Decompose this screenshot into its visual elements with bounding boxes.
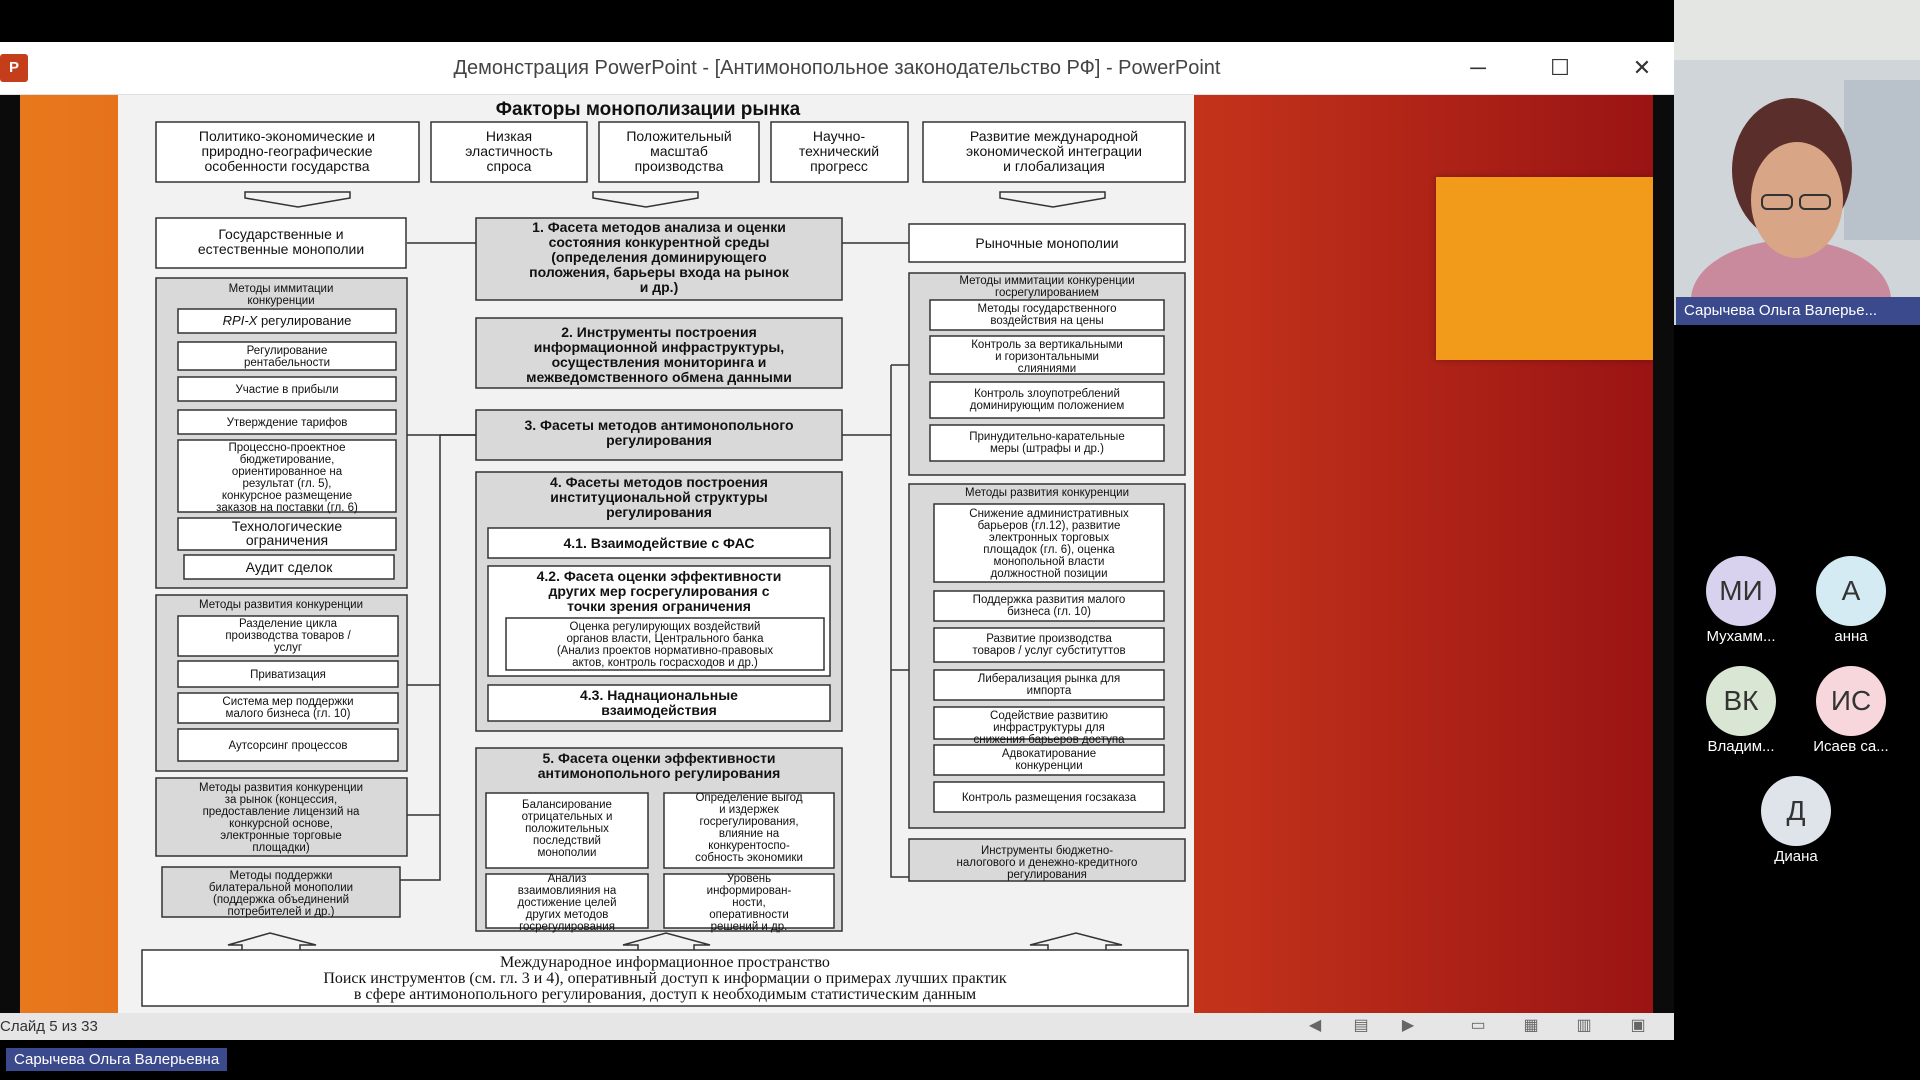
participant-name: Исаев са... (1813, 738, 1889, 755)
svg-text:RPI-X регулирование: RPI-X регулирование (223, 313, 352, 328)
minimize-button[interactable]: ─ (1456, 50, 1500, 86)
status-bar: Слайд 5 из 33 ◀ ▤ ▶ ▭ ▦ ▥ ▣ (0, 1013, 1674, 1040)
avatar: Д (1761, 776, 1831, 846)
window-title: Демонстрация PowerPoint - [Антимонопольн… (453, 57, 1221, 79)
powerpoint-window: P Демонстрация PowerPoint - [Антимонопол… (0, 42, 1674, 1040)
svg-text:Система мер поддержкималого би: Система мер поддержки малого бизнеса (гл.… (222, 696, 353, 720)
svg-text:Принудительно-карательныемеры: Принудительно-карательные меры (штрафы и … (969, 431, 1124, 455)
prev-slide-icon[interactable]: ◀ (1304, 1016, 1326, 1036)
participant-tile-2[interactable]: А анна (1796, 556, 1906, 645)
notes-icon[interactable]: ▤ (1350, 1016, 1372, 1036)
participant-name: Мухамм... (1706, 628, 1776, 645)
next-slide-icon[interactable]: ▶ (1397, 1016, 1419, 1036)
bottom-line-1: Международное информационное пространств… (500, 954, 830, 971)
bottom-line-2: Поиск инструментов (см. гл. 3 и 4), опер… (323, 970, 1007, 987)
svg-text:Аутсорсинг процессов: Аутсорсинг процессов (228, 740, 347, 752)
title-bar: P Демонстрация PowerPoint - [Антимонопол… (0, 42, 1674, 95)
monopolization-diagram: .bx{fill:#d9d9d9;stroke:#333;stroke-widt… (118, 95, 1194, 1013)
svg-text:4.3. Наднациональныевзаимодейс: 4.3. Наднациональные взаимодействия (580, 687, 738, 718)
top-factors: Политико-экономические и природно-географ… (155, 121, 1186, 183)
svg-text:Адвокатированиеконкуренции: Адвокатирование конкуренции (1002, 748, 1096, 772)
avatar: А (1816, 556, 1886, 626)
participant-tile-5[interactable]: Д Диана (1741, 776, 1851, 865)
participant-tile-4[interactable]: ИС Исаев са... (1796, 666, 1906, 755)
slide-area: .bx{fill:#d9d9d9;stroke:#333;stroke-widt… (0, 95, 1674, 1013)
bottom-line-3: в сфере антимонопольного регулирования, … (354, 986, 976, 1003)
svg-text:4.1. Взаимодействие с ФАС: 4.1. Взаимодействие с ФАС (563, 535, 754, 551)
avatar: МИ (1706, 556, 1776, 626)
svg-text:Политико-экономические иприрод: Политико-экономические и природно-географ… (199, 128, 375, 174)
presenter-video: Сарычева Ольга Валерье... (1674, 0, 1920, 325)
participant-tile-1[interactable]: МИ Мухамм... (1686, 556, 1796, 645)
svg-text:Приватизация: Приватизация (250, 669, 326, 681)
svg-text:Рыночные монополии: Рыночные монополии (975, 235, 1118, 251)
slide: .bx{fill:#d9d9d9;stroke:#333;stroke-widt… (20, 95, 1653, 1013)
svg-text:Развитие производстватоваров /: Развитие производства товаров / услуг суб… (972, 633, 1125, 657)
presenter-video-image (1674, 0, 1920, 325)
svg-text:2. Инструменты построенияинфор: 2. Инструменты построения информационной … (526, 324, 792, 385)
svg-text:Контроль размещения госзаказа: Контроль размещения госзаказа (962, 792, 1137, 804)
close-button[interactable]: ✕ (1620, 50, 1664, 86)
slideshow-icon[interactable]: ▣ (1627, 1016, 1649, 1036)
svg-text:Методы поддержкибилатеральной: Методы поддержки билатеральной монополии(… (209, 870, 353, 918)
svg-text:5. Фасета оценки эффективности: 5. Фасета оценки эффективности антимонопо… (538, 750, 781, 781)
participant-name: Владим... (1707, 738, 1775, 755)
participant-name: анна (1834, 628, 1868, 645)
svg-text:Аудит сделок: Аудит сделок (246, 559, 334, 575)
orange-decor-box (1436, 177, 1653, 360)
svg-text:Регулированиерентабельности: Регулирование рентабельности (244, 345, 330, 369)
svg-text:Методы государственноговоздейс: Методы государственного воздействия на це… (978, 303, 1117, 327)
svg-text:Оценка регулирующих воздействи: Оценка регулирующих воздействий органов в… (557, 621, 774, 669)
presenter-video-name: Сарычева Ольга Валерье... (1676, 297, 1920, 325)
svg-text:Государственные иестественные: Государственные и естественные монополии (198, 226, 364, 257)
bottom-bar: Сарычева Ольга Валерьевна (0, 1040, 1920, 1080)
svg-text:Участие в прибыли: Участие в прибыли (235, 384, 338, 396)
participant-name: Диана (1774, 848, 1818, 865)
svg-text:Снижение административныхбарье: Снижение административных барьеров (гл.12… (969, 508, 1129, 580)
svg-text:Контроль злоупотребленийдомини: Контроль злоупотреблений доминирующим пол… (970, 388, 1125, 412)
slide-counter: Слайд 5 из 33 (0, 1018, 98, 1035)
participant-tile-3[interactable]: ВК Владим... (1686, 666, 1796, 755)
svg-text:Методы развития конкуренции: Методы развития конкуренции (199, 599, 363, 611)
avatar: ВК (1706, 666, 1776, 736)
normal-view-icon[interactable]: ▭ (1467, 1016, 1489, 1036)
svg-text:Методы развития конкуренции: Методы развития конкуренции (965, 487, 1129, 499)
slide-sorter-icon[interactable]: ▦ (1520, 1016, 1542, 1036)
presenter-name-label: Сарычева Ольга Валерьевна (6, 1048, 228, 1071)
svg-text:Содействие развитиюинфраструкт: Содействие развитию инфраструктуры для сни… (973, 710, 1125, 746)
svg-text:4.2. Фасета оценки эффективнос: 4.2. Фасета оценки эффективности других м… (537, 568, 782, 614)
svg-text:Утверждение тарифов: Утверждение тарифов (227, 417, 348, 429)
maximize-button[interactable]: ☐ (1538, 50, 1582, 86)
diagram-title: Факторы монополизации рынка (496, 99, 801, 120)
reading-view-icon[interactable]: ▥ (1573, 1016, 1595, 1036)
avatar: ИС (1816, 666, 1886, 736)
svg-text:Технологическиеограничения: Технологические ограничения (232, 518, 343, 548)
